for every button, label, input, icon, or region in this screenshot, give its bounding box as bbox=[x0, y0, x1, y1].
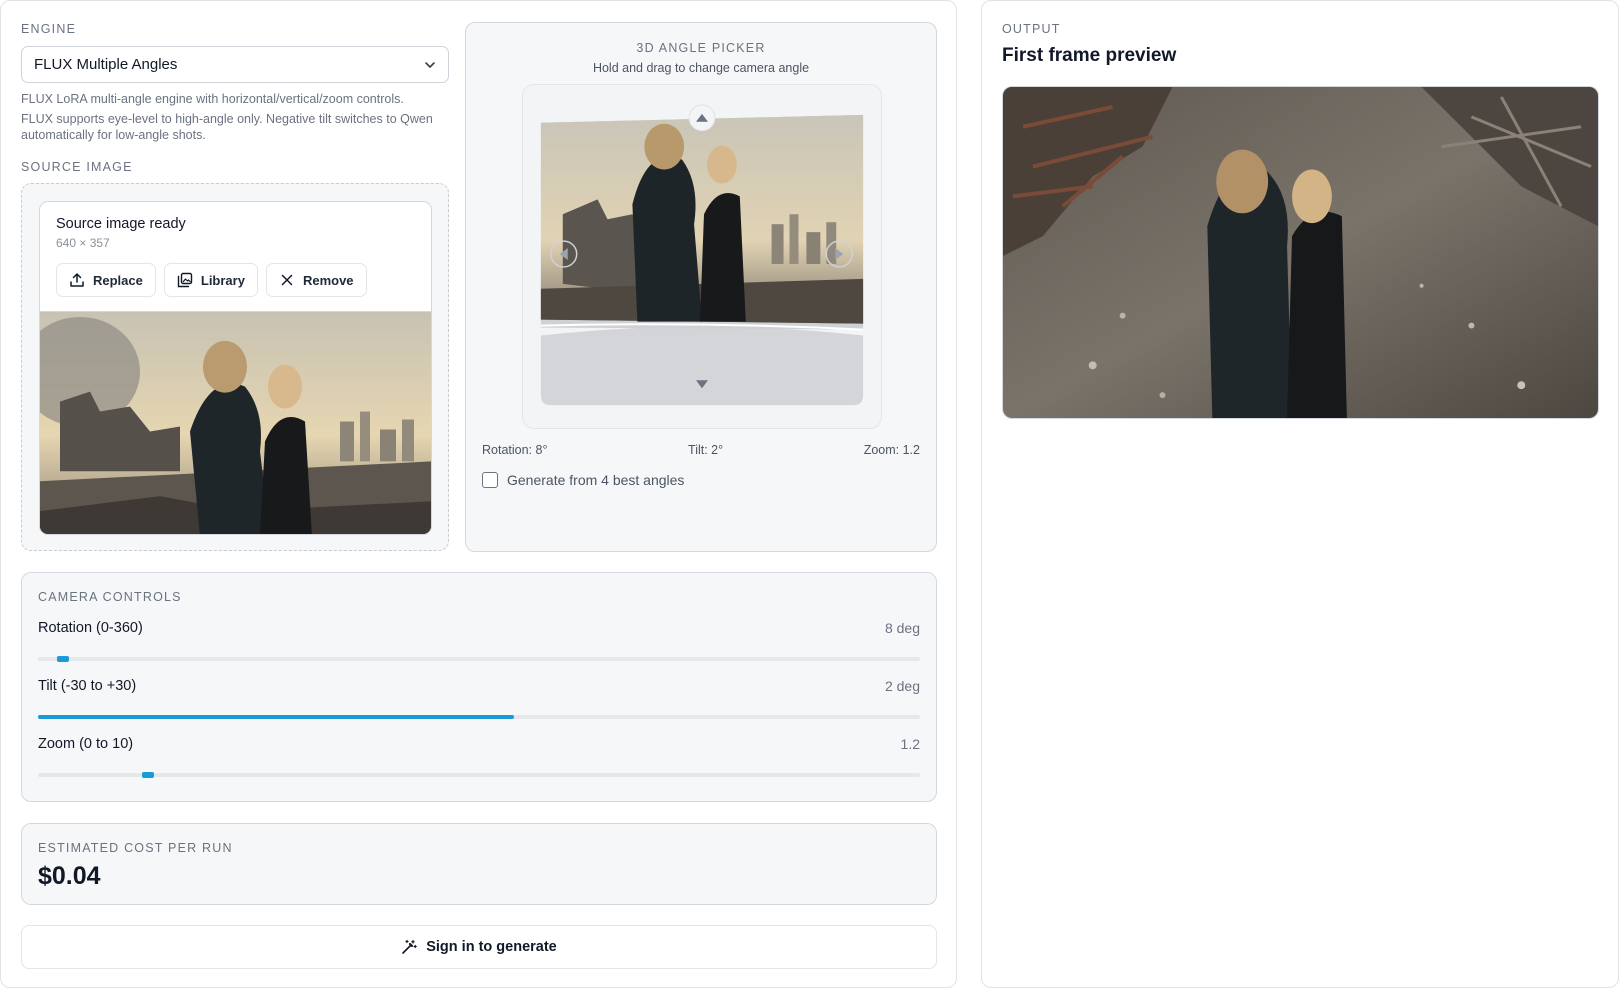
camera-controls: CAMERA CONTROLS Rotation (0-360) 8 deg T… bbox=[21, 572, 937, 802]
chevron-down-icon bbox=[425, 61, 435, 68]
engine-select[interactable]: FLUX Multiple Angles bbox=[21, 46, 449, 83]
tilt-slider-fill bbox=[38, 715, 515, 719]
tilt-slider[interactable] bbox=[38, 715, 920, 719]
zoom-readout: Zoom: 1.2 bbox=[863, 443, 920, 457]
source-image-dropzone[interactable]: Source image ready 640 × 357 Replace Lib… bbox=[21, 183, 449, 551]
engine-note: FLUX supports eye-level to high-angle on… bbox=[21, 112, 433, 142]
best-angles-checkbox[interactable] bbox=[482, 472, 498, 488]
zoom-value: 1.2 bbox=[900, 736, 920, 752]
best-angles-label: Generate from 4 best angles bbox=[507, 472, 685, 488]
camera-controls-label: CAMERA CONTROLS bbox=[38, 590, 182, 604]
zoom-label: Zoom (0 to 10) bbox=[38, 736, 134, 752]
output-title: First frame preview bbox=[1002, 45, 1177, 66]
angle-picker-subtitle: Hold and drag to change camera angle bbox=[592, 61, 810, 75]
angle-picker-panel: 3D ANGLE PICKER Hold and drag to change … bbox=[465, 22, 937, 552]
source-image-card: Source image ready 640 × 357 Replace Lib… bbox=[39, 201, 432, 535]
tilt-label: Tilt (-30 to +30) bbox=[38, 678, 137, 694]
engine-label: ENGINE bbox=[21, 22, 77, 36]
source-dimensions: 640 × 357 bbox=[56, 236, 110, 250]
replace-button[interactable]: Replace bbox=[56, 263, 156, 297]
tilt-readout: Tilt: 2° bbox=[688, 443, 724, 457]
source-image-thumbnail bbox=[40, 311, 431, 534]
remove-button[interactable]: Remove bbox=[265, 263, 367, 297]
cost-label: ESTIMATED COST PER RUN bbox=[38, 841, 233, 855]
remove-label: Remove bbox=[302, 272, 354, 288]
engine-hint: FLUX LoRA multi-angle engine with horizo… bbox=[21, 92, 404, 106]
magic-wand-icon bbox=[402, 939, 418, 954]
rotation-readout: Rotation: 8° bbox=[482, 443, 548, 457]
source-actions: Replace Library Remove bbox=[56, 263, 367, 297]
sign-in-label: Sign in to generate bbox=[426, 939, 557, 955]
upload-icon bbox=[70, 273, 84, 287]
sign-in-to-generate-button[interactable]: Sign in to generate bbox=[21, 925, 937, 969]
angle-picker-title: 3D ANGLE PICKER bbox=[636, 41, 766, 55]
source-image-label: SOURCE IMAGE bbox=[21, 160, 133, 174]
cost-estimate: ESTIMATED COST PER RUN $0.04 bbox=[21, 823, 937, 905]
rotation-slider-thumb[interactable] bbox=[56, 656, 69, 662]
angle-readouts: Rotation: 8° Tilt: 2° Zoom: 1.2 bbox=[482, 443, 920, 457]
library-label: Library bbox=[200, 272, 245, 288]
rotation-slider[interactable] bbox=[38, 656, 920, 662]
replace-label: Replace bbox=[93, 272, 143, 288]
library-button[interactable]: Library bbox=[163, 263, 258, 297]
close-icon bbox=[281, 274, 293, 286]
angle-picker-stage[interactable] bbox=[522, 84, 882, 429]
cost-value: $0.04 bbox=[38, 862, 101, 890]
rotation-value: 8 deg bbox=[884, 620, 920, 636]
first-frame-preview-image bbox=[1002, 86, 1599, 419]
tilt-value: 2 deg bbox=[884, 678, 920, 694]
best-angles-option[interactable]: Generate from 4 best angles bbox=[482, 472, 684, 488]
rotation-label: Rotation (0-360) bbox=[38, 620, 143, 636]
output-label: OUTPUT bbox=[1002, 22, 1061, 36]
arrow-up-icon[interactable] bbox=[688, 104, 716, 132]
zoom-slider-thumb[interactable] bbox=[142, 772, 155, 778]
source-status: Source image ready bbox=[56, 216, 186, 232]
output-panel: OUTPUT First frame preview bbox=[981, 0, 1619, 988]
settings-panel: ENGINE FLUX Multiple Angles FLUX LoRA mu… bbox=[0, 0, 957, 988]
zoom-slider[interactable] bbox=[38, 772, 920, 778]
engine-select-value: FLUX Multiple Angles bbox=[34, 56, 178, 73]
library-icon bbox=[177, 272, 193, 288]
